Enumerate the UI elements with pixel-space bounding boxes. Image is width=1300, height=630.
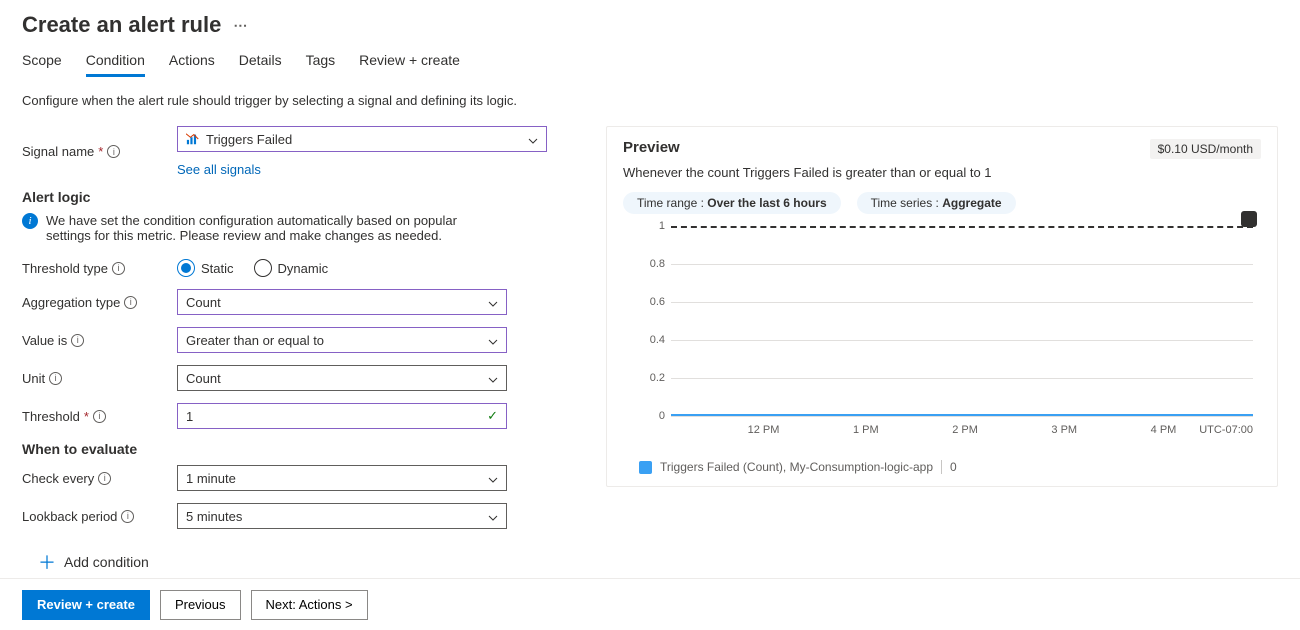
check-every-label: Check every [22,471,94,486]
threshold-value: 1 [186,409,193,424]
plus-icon: ＋ [38,549,56,575]
x-tick: 4 PM [1151,424,1177,436]
threshold-type-static-radio[interactable]: Static [177,259,234,277]
chevron-down-icon [528,134,538,144]
time-range-value: Over the last 6 hours [707,196,826,210]
radio-label: Dynamic [278,261,329,276]
legend-value: 0 [950,460,957,474]
add-condition-label: Add condition [64,554,149,570]
radio-dot-icon [254,259,272,277]
chart-series-line [671,414,1253,416]
legend-swatch-icon [639,461,652,474]
required-asterisk: * [98,144,103,159]
value-is-label: Value is [22,333,67,348]
tab-review[interactable]: Review + create [359,46,460,77]
timezone-label: UTC-07:00 [1199,424,1253,436]
info-icon[interactable]: i [121,510,134,523]
chevron-down-icon [488,335,498,345]
tab-condition[interactable]: Condition [86,46,145,77]
value-is-value: Greater than or equal to [186,333,324,348]
required-asterisk: * [84,409,89,424]
signal-name-label: Signal name [22,144,94,159]
chart-tooltip [1241,211,1257,227]
time-series-value: Aggregate [942,196,1001,210]
time-series-pill[interactable]: Time series : Aggregate [857,192,1016,214]
aggregation-type-value: Count [186,295,221,310]
value-is-select[interactable]: Greater than or equal to [177,327,507,353]
footer-bar: Review + create Previous Next: Actions > [0,578,1300,630]
time-range-pill[interactable]: Time range : Over the last 6 hours [623,192,841,214]
preview-title: Preview [623,139,680,156]
add-condition-button[interactable]: ＋ Add condition [22,541,582,583]
tab-bar: Scope Condition Actions Details Tags Rev… [22,46,1278,77]
signal-name-select[interactable]: Triggers Failed [177,126,547,152]
x-tick: 12 PM [748,424,780,436]
y-tick: 0.2 [650,372,671,384]
chevron-down-icon [488,473,498,483]
threshold-label: Threshold [22,409,80,424]
x-tick: 1 PM [853,424,879,436]
chevron-down-icon [488,373,498,383]
next-actions-button[interactable]: Next: Actions > [251,590,368,620]
tab-description: Configure when the alert rule should tri… [22,93,1278,108]
tab-tags[interactable]: Tags [306,46,336,77]
time-series-label: Time series : [871,196,943,210]
aggregation-type-select[interactable]: Count [177,289,507,315]
preview-description: Whenever the count Triggers Failed is gr… [623,165,1261,180]
alert-logic-heading: Alert logic [22,189,582,205]
unit-select[interactable]: Count [177,365,507,391]
metric-icon [186,132,200,146]
threshold-type-label: Threshold type [22,261,108,276]
radio-label: Static [201,261,234,276]
check-every-select[interactable]: 1 minute [177,465,507,491]
x-tick: 3 PM [1051,424,1077,436]
info-icon[interactable]: i [71,334,84,347]
chart-legend: Triggers Failed (Count), My-Consumption-… [623,460,1261,474]
tab-actions[interactable]: Actions [169,46,215,77]
price-badge: $0.10 USD/month [1150,139,1261,159]
unit-value: Count [186,371,221,386]
time-range-label: Time range : [637,196,707,210]
chevron-down-icon [488,297,498,307]
radio-dot-icon [177,259,195,277]
lookback-period-label: Lookback period [22,509,117,524]
lookback-period-value: 5 minutes [186,509,242,524]
preview-chart: 1 0.8 0.6 0.4 0.2 0 . [623,226,1261,456]
lookback-period-select[interactable]: 5 minutes [177,503,507,529]
info-icon[interactable]: i [49,372,62,385]
check-every-value: 1 minute [186,471,236,486]
info-icon[interactable]: i [124,296,137,309]
y-tick: 0.6 [650,296,671,308]
info-icon[interactable]: i [112,262,125,275]
aggregation-type-label: Aggregation type [22,295,120,310]
tab-scope[interactable]: Scope [22,46,62,77]
y-tick: 0 [659,410,671,422]
review-create-button[interactable]: Review + create [22,590,150,620]
y-tick: 0.4 [650,334,671,346]
chevron-down-icon [488,511,498,521]
legend-name: Triggers Failed (Count), My-Consumption-… [660,460,933,474]
valid-checkmark-icon: ✓ [487,408,498,424]
when-to-evaluate-heading: When to evaluate [22,441,582,457]
alert-logic-info: We have set the condition configuration … [46,213,486,243]
info-icon[interactable]: i [107,145,120,158]
info-filled-icon: i [22,213,38,229]
page-title: Create an alert rule [22,12,221,38]
info-icon[interactable]: i [98,472,111,485]
threshold-type-dynamic-radio[interactable]: Dynamic [254,259,329,277]
previous-button[interactable]: Previous [160,590,241,620]
more-actions-icon[interactable]: ⋯ [233,17,247,34]
see-all-signals-link[interactable]: See all signals [177,162,547,177]
y-tick: 0.8 [650,258,671,270]
y-tick: 1 [659,220,671,232]
unit-label: Unit [22,371,45,386]
info-icon[interactable]: i [93,410,106,423]
threshold-input[interactable]: 1 ✓ [177,403,507,429]
preview-panel: Preview $0.10 USD/month Whenever the cou… [606,126,1278,487]
signal-name-value: Triggers Failed [206,132,292,147]
x-tick: 2 PM [952,424,978,436]
tab-details[interactable]: Details [239,46,282,77]
